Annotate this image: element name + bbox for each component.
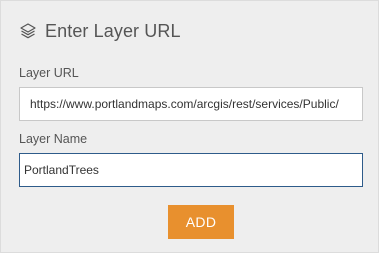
layer-name-input[interactable]: [19, 153, 363, 187]
add-layer-panel: Enter Layer URL Layer URL Layer Name ADD: [0, 0, 379, 253]
layer-url-input[interactable]: [19, 87, 363, 121]
layers-icon: [19, 22, 37, 40]
add-button[interactable]: ADD: [168, 205, 234, 239]
layer-name-label: Layer Name: [19, 132, 88, 146]
dialog-header: Enter Layer URL: [19, 18, 181, 44]
dialog-title: Enter Layer URL: [45, 20, 181, 41]
layer-url-label: Layer URL: [19, 66, 79, 80]
